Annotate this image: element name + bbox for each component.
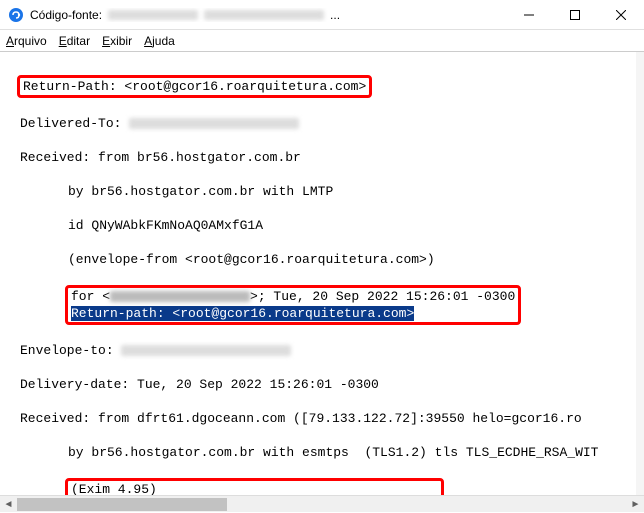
- window-controls: [506, 0, 644, 30]
- menu-file[interactable]: Arquivo: [6, 34, 47, 48]
- menu-help[interactable]: Ajuda: [144, 34, 175, 48]
- app-icon: [8, 7, 24, 23]
- scroll-right-arrow[interactable]: ►: [627, 496, 644, 513]
- window-title-suffix: ...: [330, 8, 340, 22]
- highlight-return-path: Return-Path: <root@gcor16.roarquitetura.…: [17, 75, 372, 98]
- maximize-button[interactable]: [552, 0, 598, 30]
- source-view[interactable]: Return-Path: <root@gcor16.roarquitetura.…: [0, 52, 644, 495]
- window-title-prefix: Código-fonte:: [30, 8, 102, 22]
- minimize-button[interactable]: [506, 0, 552, 30]
- redacted-text: [129, 118, 299, 129]
- close-button[interactable]: [598, 0, 644, 30]
- redacted-text: [121, 345, 291, 356]
- menubar: Arquivo Editar Exibir Ajuda: [0, 30, 644, 52]
- highlight-return-path-selected: for <>; Tue, 20 Sep 2022 15:26:01 -0300 …: [65, 285, 521, 325]
- menu-view[interactable]: Exibir: [102, 34, 132, 48]
- scroll-thumb[interactable]: [17, 498, 227, 511]
- redacted-text: [110, 291, 250, 302]
- horizontal-scrollbar[interactable]: ◄ ►: [0, 495, 644, 512]
- scroll-left-arrow[interactable]: ◄: [0, 496, 17, 513]
- redacted-text: [108, 10, 198, 20]
- right-edge-strip: [636, 52, 644, 495]
- menu-edit[interactable]: Editar: [59, 34, 90, 48]
- highlight-envelope-from: (Exim 4.95) (envelope-from <root@gcor16.…: [65, 478, 444, 495]
- window-titlebar: Código-fonte: ...: [0, 0, 644, 30]
- redacted-text: [204, 10, 324, 20]
- scroll-track[interactable]: [17, 496, 627, 513]
